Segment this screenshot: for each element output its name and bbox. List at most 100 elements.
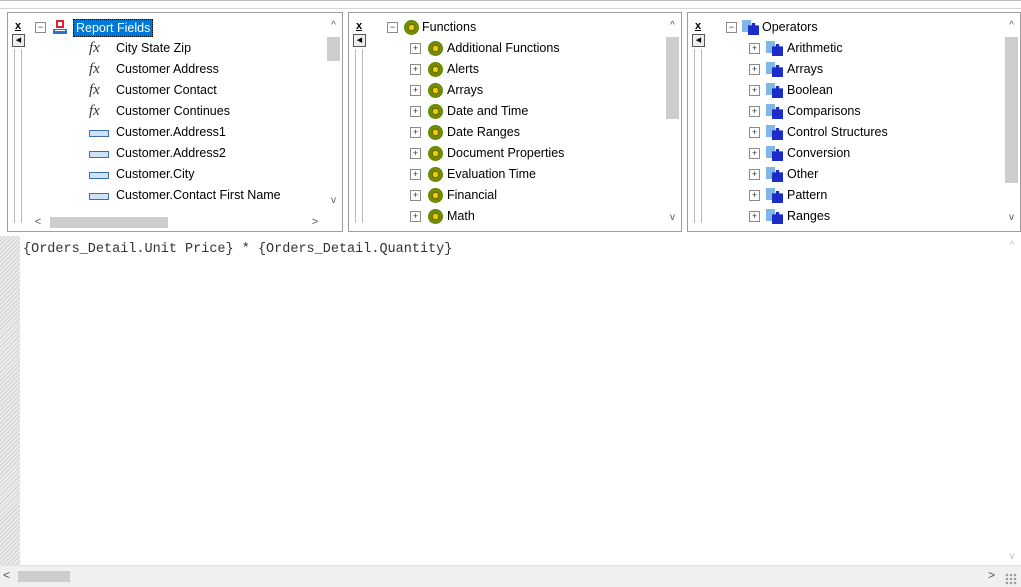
tree-item[interactable]: + Other — [712, 164, 1000, 185]
puzzle-icon — [766, 167, 783, 182]
expand-icon[interactable]: + — [410, 211, 421, 222]
tree-item[interactable]: + Comparisons — [712, 101, 1000, 122]
tree-root-report-fields[interactable]: − Report Fields — [32, 17, 322, 38]
panel-side-toolbar: x ◀ — [8, 13, 30, 231]
expand-icon[interactable]: + — [749, 85, 760, 96]
scroll-thumb[interactable] — [327, 37, 340, 61]
scroll-left-icon[interactable]: ◀ — [353, 34, 366, 47]
tree-item[interactable]: fx City State Zip — [32, 38, 322, 59]
tree-item[interactable]: fx Customer Contact — [32, 80, 322, 101]
tree-item[interactable]: + Date and Time — [373, 101, 661, 122]
tree-item[interactable]: + Math — [373, 206, 661, 227]
resize-grip-icon[interactable] — [1005, 573, 1017, 585]
scroll-up-icon[interactable]: ^ — [1003, 18, 1020, 34]
gear-icon — [428, 209, 443, 224]
scroll-left-icon[interactable]: ◀ — [692, 34, 705, 47]
horizontal-scrollbar[interactable]: < > — [30, 214, 323, 231]
tree-item[interactable]: + Financial — [373, 185, 661, 206]
close-panel-button[interactable]: x — [12, 20, 24, 33]
expand-icon[interactable]: + — [749, 211, 760, 222]
scroll-down-icon[interactable]: v — [1003, 210, 1020, 226]
tree-item-label: Customer Address — [116, 62, 219, 76]
scroll-thumb[interactable] — [666, 37, 679, 119]
tree-item[interactable]: + Document Properties — [373, 143, 661, 164]
scroll-down-icon[interactable]: v — [325, 193, 342, 209]
expand-icon[interactable]: + — [749, 43, 760, 54]
expand-icon[interactable]: + — [410, 85, 421, 96]
top-border — [0, 0, 1021, 1]
database-field-icon — [89, 193, 109, 200]
close-panel-button[interactable]: x — [692, 20, 704, 33]
tree-item-label: Conversion — [787, 146, 851, 160]
scroll-thumb[interactable] — [18, 571, 70, 582]
expand-icon[interactable]: + — [410, 148, 421, 159]
tree-item[interactable]: + Arrays — [712, 59, 1000, 80]
tree-item[interactable]: Customer.Address2 — [32, 143, 322, 164]
scroll-left-icon[interactable]: < — [30, 214, 46, 231]
functions-panel: x ◀ − Functions + Additional Functions +… — [348, 12, 682, 232]
collapse-icon[interactable]: − — [387, 22, 398, 33]
expand-icon[interactable]: + — [410, 169, 421, 180]
scroll-left-icon[interactable]: < — [3, 568, 10, 582]
expand-icon[interactable]: + — [410, 106, 421, 117]
expand-icon[interactable]: + — [410, 43, 421, 54]
expand-icon[interactable]: + — [749, 106, 760, 117]
tree-item[interactable]: Customer.Contact First Name — [32, 185, 322, 206]
scroll-thumb[interactable] — [1005, 37, 1018, 183]
panel-splitter[interactable] — [355, 49, 363, 223]
functions-gear-icon — [404, 20, 419, 35]
tree-item[interactable]: + Conversion — [712, 143, 1000, 164]
tree-item[interactable]: fx Customer Address — [32, 59, 322, 80]
tree-item-label: Pattern — [787, 188, 828, 202]
tree-item-label: Additional Functions — [447, 41, 560, 55]
expand-icon[interactable]: + — [749, 127, 760, 138]
scroll-thumb[interactable] — [50, 217, 168, 228]
tree-item-label: Customer.Address2 — [116, 146, 226, 160]
close-panel-button[interactable]: x — [353, 20, 365, 33]
tree-item[interactable]: + Alerts — [373, 59, 661, 80]
tree-item[interactable]: + Additional Functions — [373, 38, 661, 59]
tree-item[interactable]: + Arrays — [373, 80, 661, 101]
tree-item[interactable]: + Arithmetic — [712, 38, 1000, 59]
tree-root-operators[interactable]: − Operators — [712, 17, 1000, 38]
tree-item[interactable]: Customer.Address1 — [32, 122, 322, 143]
database-field-icon — [89, 151, 109, 158]
tree-item[interactable]: + Ranges — [712, 206, 1000, 227]
tree-item[interactable]: fx Customer Continues — [32, 101, 322, 122]
tree-item[interactable]: + Date Ranges — [373, 122, 661, 143]
scroll-down-icon[interactable]: v — [1003, 551, 1021, 562]
scroll-up-icon[interactable]: ^ — [325, 18, 342, 34]
panel-splitter[interactable] — [14, 49, 22, 223]
scroll-right-icon[interactable]: > — [988, 568, 995, 582]
editor-horizontal-scrollbar[interactable]: < > — [0, 565, 1021, 587]
panel-splitter[interactable] — [694, 49, 702, 223]
editor-vertical-scrollbar[interactable]: ^ v — [1003, 236, 1021, 566]
expand-icon[interactable]: + — [749, 169, 760, 180]
vertical-scrollbar[interactable]: ^ v — [1003, 13, 1020, 231]
expand-icon[interactable]: + — [410, 64, 421, 75]
scroll-left-icon[interactable]: ◀ — [12, 34, 25, 47]
tree-item[interactable]: + Boolean — [712, 80, 1000, 101]
expand-icon[interactable]: + — [749, 148, 760, 159]
vertical-scrollbar[interactable]: ^ v — [325, 13, 342, 214]
gear-icon — [428, 83, 443, 98]
expand-icon[interactable]: + — [749, 64, 760, 75]
tree-item[interactable]: + Control Structures — [712, 122, 1000, 143]
tree-root-functions[interactable]: − Functions — [373, 17, 661, 38]
scroll-up-icon[interactable]: ^ — [664, 18, 681, 34]
tree-item-label: Ranges — [787, 209, 831, 223]
tree-item[interactable]: + Pattern — [712, 185, 1000, 206]
scroll-right-icon[interactable]: > — [307, 214, 323, 231]
vertical-scrollbar[interactable]: ^ v — [664, 13, 681, 231]
scroll-down-icon[interactable]: v — [664, 210, 681, 226]
expand-icon[interactable]: + — [410, 127, 421, 138]
formula-editor[interactable]: {Orders_Detail.Unit Price} * {Orders_Det… — [0, 236, 1021, 587]
expand-icon[interactable]: + — [410, 190, 421, 201]
formula-text[interactable]: {Orders_Detail.Unit Price} * {Orders_Det… — [23, 242, 452, 257]
collapse-icon[interactable]: − — [726, 22, 737, 33]
expand-icon[interactable]: + — [749, 190, 760, 201]
tree-item[interactable]: Customer.City — [32, 164, 322, 185]
collapse-icon[interactable]: − — [35, 22, 46, 33]
scroll-up-icon[interactable]: ^ — [1003, 240, 1021, 251]
tree-item[interactable]: + Evaluation Time — [373, 164, 661, 185]
